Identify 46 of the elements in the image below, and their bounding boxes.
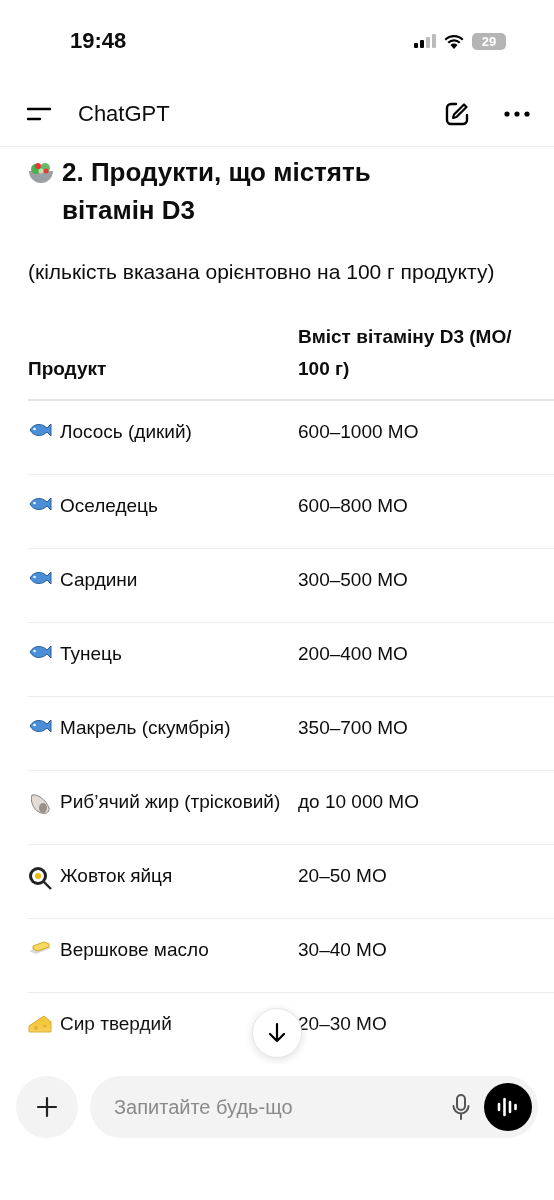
column-header: Вміст вітаміну D3 (МО/ 100 г)	[298, 325, 513, 381]
fish-icon	[28, 422, 52, 438]
message-field[interactable]: Запитайте будь-що	[90, 1076, 538, 1138]
amount-text: 20–30 МО	[298, 1013, 387, 1034]
plus-icon	[36, 1096, 58, 1118]
voice-button[interactable]	[484, 1083, 532, 1131]
product-name: Жовток яйця	[60, 864, 173, 888]
product-name: Оселедець	[60, 494, 158, 518]
column-header: Продукт	[28, 357, 107, 381]
product-name: Сир твердий	[60, 1012, 172, 1036]
arrow-down-icon	[267, 1022, 287, 1044]
amount-text: 600–800 МО	[298, 495, 408, 516]
battery-indicator: 29	[472, 32, 506, 50]
amount-text: 200–400 МО	[298, 643, 408, 664]
cheese-icon	[28, 1014, 52, 1034]
amount-text: 300–500 МО	[298, 569, 408, 590]
amount-text: 350–700 МО	[298, 717, 408, 738]
product-name: Сардини	[60, 568, 138, 592]
menu-button[interactable]	[26, 107, 52, 121]
amount-text: 30–40 МО	[298, 939, 387, 960]
waveform-icon	[496, 1096, 520, 1118]
microphone-icon[interactable]	[452, 1094, 470, 1120]
amount-text: 20–50 МО	[298, 865, 387, 886]
product-name: Лосось (дикий)	[60, 420, 192, 444]
signal-icon	[414, 34, 436, 48]
more-button[interactable]	[504, 111, 530, 117]
amount-text: 600–1000 МО	[298, 421, 419, 442]
new-chat-button[interactable]	[444, 101, 470, 127]
fish-icon	[28, 496, 52, 512]
shell-icon	[28, 792, 52, 816]
fish-icon	[28, 718, 52, 734]
note-text: (кількість вказана орієнтовно на 100 г продукту)	[28, 259, 496, 285]
product-name: Макрель (скумбрія)	[60, 716, 231, 740]
app-title: ChatGPT	[78, 101, 170, 127]
section-heading: 2. Продукти, що містять вітамін D3	[62, 156, 372, 227]
product-name: Риб’ячий жир (трісковий)	[60, 790, 281, 814]
wifi-icon	[444, 33, 464, 49]
product-name: Тунець	[60, 642, 122, 666]
amount-text: до 10 000 МО	[298, 791, 419, 812]
fish-icon	[28, 644, 52, 660]
fish-icon	[28, 570, 52, 586]
butter-icon	[28, 940, 52, 956]
product-name: Вершкове масло	[60, 938, 209, 962]
message-input[interactable]: Запитайте будь-що	[112, 1094, 438, 1120]
frying-pan-icon	[28, 866, 52, 890]
status-time: 19:48	[70, 28, 127, 54]
